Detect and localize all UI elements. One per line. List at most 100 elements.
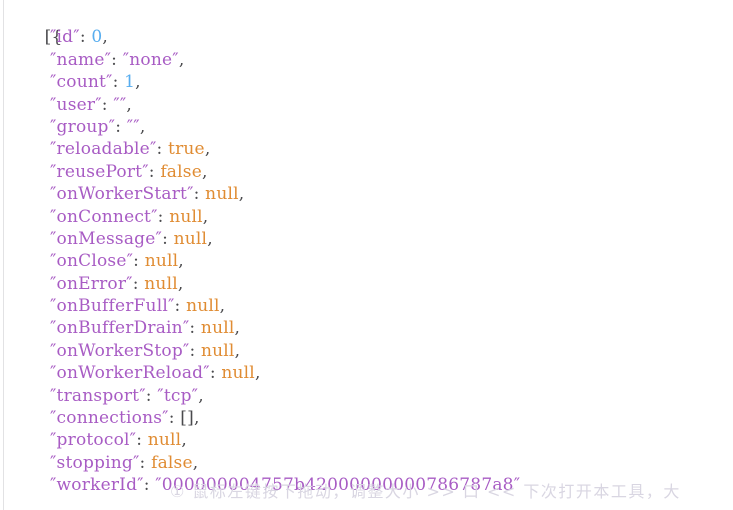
json-key: ″reloadable″ <box>50 139 157 160</box>
json-key: ″group″ <box>50 116 116 137</box>
json-viewer[interactable]: [{ ″id″: 0, ″name″: ″none″, ″count″: 1, ″us… <box>0 0 733 510</box>
json-value: 1 <box>124 72 136 93</box>
json-colon: : <box>162 228 174 249</box>
json-colon: : <box>189 318 201 339</box>
json-comma: , <box>177 273 184 294</box>
json-colon: : <box>156 139 169 160</box>
json-colon: : <box>168 408 181 429</box>
json-comma: , <box>202 206 209 227</box>
json-colon: : <box>115 116 127 137</box>
json-colon: : <box>193 184 206 205</box>
json-value: null <box>205 184 239 205</box>
json-value: 0 <box>91 27 103 48</box>
json-key: ″transport″ <box>50 385 146 406</box>
json-value: ″″ <box>126 116 140 137</box>
json-value: false <box>151 452 193 473</box>
json-key: ″user″ <box>50 94 102 115</box>
json-value: null <box>147 430 182 451</box>
json-comma: , <box>192 452 199 473</box>
json-key: ″onClose″ <box>50 251 134 272</box>
json-comma: , <box>238 184 245 205</box>
json-value: null <box>200 318 235 339</box>
json-entry: ″connections″: [], <box>0 407 733 429</box>
json-value: null <box>186 296 220 317</box>
json-colon: : <box>157 206 170 227</box>
json-comma: , <box>135 72 141 93</box>
json-colon: : <box>132 273 145 294</box>
json-entry: ″onClose″: null, <box>0 250 733 272</box>
json-value: ″none″ <box>122 49 179 70</box>
json-value: null <box>173 228 208 249</box>
json-key: ″count″ <box>50 72 113 93</box>
json-entry: ″reloadable″: true, <box>0 138 733 160</box>
json-colon: : <box>111 49 123 70</box>
json-entry: ″onWorkerReload″: null, <box>0 362 733 384</box>
json-key: ″onWorkerStart″ <box>50 184 194 205</box>
json-comma: , <box>201 161 208 182</box>
json-key: ″workerId″ <box>50 475 144 496</box>
json-colon: : <box>139 452 152 473</box>
json-colon: : <box>143 475 156 496</box>
json-comma: , <box>102 27 109 48</box>
json-colon: : <box>101 94 114 115</box>
json-entry: ″onMessage″: null, <box>0 228 733 250</box>
json-entry: ″name″: ″none″, <box>0 49 733 71</box>
json-key: ″onError″ <box>50 273 133 294</box>
json-comma: , <box>126 94 133 115</box>
json-key: ″onConnect″ <box>50 206 158 227</box>
json-comma: , <box>198 385 204 406</box>
json-comma: , <box>181 430 187 451</box>
json-entry: ″onError″: null, <box>0 273 733 295</box>
json-open-brackets: [{ <box>0 4 733 47</box>
json-key: ″name″ <box>50 49 112 70</box>
json-value: null <box>144 251 179 272</box>
json-value: ″″ <box>113 94 127 115</box>
json-comma: , <box>207 228 213 249</box>
json-close-brackets: }] <box>0 497 733 510</box>
json-colon: : <box>136 430 148 451</box>
json-value: null <box>201 340 235 361</box>
json-comma: , <box>178 49 185 70</box>
json-colon: : <box>133 251 145 272</box>
json-entry: ″onWorkerStart″: null, <box>0 183 733 205</box>
json-key: ″id″ <box>50 27 80 48</box>
json-entry: ″count″: 1, <box>0 71 733 93</box>
json-entry: ″onWorkerStop″: null, <box>0 340 733 362</box>
json-key: ″connections″ <box>50 408 169 429</box>
json-entry: ″reusePort″: false, <box>0 161 733 183</box>
json-value: null <box>169 206 203 227</box>
json-value: null <box>221 363 255 384</box>
json-key: ″stopping″ <box>50 452 140 473</box>
json-comma: , <box>193 408 200 429</box>
json-comma: , <box>178 251 184 272</box>
json-value: ″tcp″ <box>157 385 199 406</box>
json-colon: : <box>79 27 92 48</box>
json-comma: , <box>219 296 226 317</box>
json-key: ″onWorkerReload″ <box>50 363 210 384</box>
json-content[interactable]: [{ ″id″: 0, ″name″: ″none″, ″count″: 1, ″us… <box>0 0 733 510</box>
json-key: ″onBufferDrain″ <box>50 318 190 339</box>
json-key: ″protocol″ <box>50 430 137 451</box>
json-colon: : <box>189 340 201 361</box>
json-comma: , <box>254 363 261 384</box>
json-key: ″onBufferFull″ <box>50 296 175 317</box>
json-comma: , <box>234 340 241 361</box>
json-entry: ″transport″: ″tcp″, <box>0 385 733 407</box>
json-colon: : <box>209 363 222 384</box>
json-entry: ″onConnect″: null, <box>0 206 733 228</box>
json-key: ″onMessage″ <box>50 228 163 249</box>
json-value: [] <box>180 408 194 429</box>
json-value: null <box>144 273 178 294</box>
json-comma: , <box>139 116 146 137</box>
json-value: ″000000004757b42000000000786787a8″ <box>155 475 521 496</box>
json-colon: : <box>174 296 187 317</box>
json-colon: : <box>112 72 125 93</box>
json-value: false <box>160 161 202 182</box>
json-comma: , <box>234 318 241 339</box>
json-entry: ″onBufferDrain″: null, <box>0 317 733 339</box>
json-colon: : <box>145 385 158 406</box>
json-key: ″reusePort″ <box>50 161 149 182</box>
json-entry: ″onBufferFull″: null, <box>0 295 733 317</box>
json-entry: ″user″: ″″, <box>0 94 733 116</box>
json-entry: ″protocol″: null, <box>0 429 733 451</box>
